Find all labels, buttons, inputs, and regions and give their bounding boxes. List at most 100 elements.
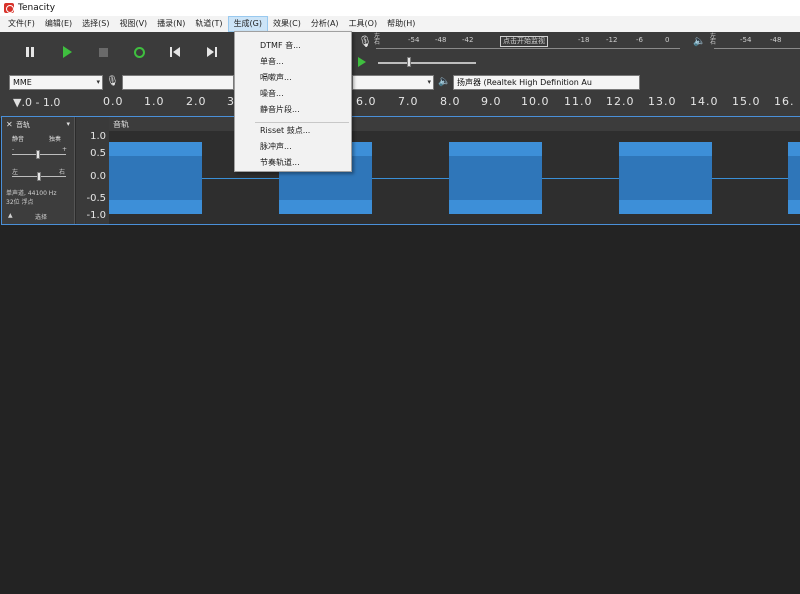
ruler-tick: 13.0	[648, 95, 677, 108]
playback-meter-lr: 左 右	[710, 34, 716, 46]
menu-edit[interactable]: 编辑(E)	[40, 16, 77, 32]
record-meter-mic-icon[interactable]: 🎙	[358, 35, 372, 48]
stop-button[interactable]	[94, 43, 112, 61]
stop-icon	[98, 47, 108, 57]
waveform-segment	[788, 142, 800, 214]
timeline-ruler[interactable]: ▼.0 - 1.0 0.0 1.0 2.0 3. 6.0 7.0 8.0 9.0…	[0, 94, 800, 114]
waveform-segment	[449, 142, 542, 214]
menu-analyze[interactable]: 分析(A)	[306, 16, 344, 32]
menu-item-pluck[interactable]: 脉冲声...	[235, 139, 351, 155]
pause-button[interactable]	[21, 43, 39, 61]
tenacity-logo-icon	[4, 3, 14, 13]
ruler-tick: 12.0	[606, 95, 635, 108]
play-at-speed-icon[interactable]	[358, 57, 366, 67]
play-speed-slider-track[interactable]	[378, 62, 476, 64]
record-meter-line	[376, 48, 680, 49]
record-meter-lr: 左 右	[374, 34, 380, 46]
meter-tick: -18	[578, 36, 590, 44]
audio-host-select[interactable]: MME ▾	[9, 75, 103, 90]
close-track-icon[interactable]: ✕	[6, 120, 13, 129]
menu-tools[interactable]: 工具(O)	[344, 16, 383, 32]
meter-tick: -48	[435, 36, 447, 44]
pause-icon	[26, 47, 34, 57]
ruler-tick: 11.0	[564, 95, 593, 108]
ruler-tick: 15.0	[732, 95, 761, 108]
playback-meter-line	[714, 48, 800, 49]
pan-slider-thumb[interactable]	[37, 172, 41, 181]
track-name[interactable]: 音轨	[16, 120, 30, 130]
skip-to-end-icon	[206, 47, 217, 57]
solo-button[interactable]: 独奏	[49, 134, 61, 143]
audio-track[interactable]: ✕ 音轨 ▾ 静音 独奏 - + 左 右 单声道, 44100 Hz 32位 浮…	[1, 116, 800, 225]
menu-tracks[interactable]: 轨道(T)	[190, 16, 227, 32]
recording-channels-select[interactable]: ▾	[352, 75, 434, 90]
amplitude-label: 0.0	[90, 171, 106, 182]
monitor-toggle[interactable]: 点击开始监视	[500, 36, 548, 47]
loop-icon	[133, 46, 145, 58]
collapse-track-icon[interactable]: ▲	[8, 212, 13, 219]
meter-tick: -54	[740, 36, 752, 44]
meter-tick: -12	[606, 36, 618, 44]
meter-tick: -42	[462, 36, 474, 44]
ruler-tick: 6.0	[356, 95, 377, 108]
menu-item-chirp[interactable]: 嗝嗽声...	[235, 70, 351, 86]
menu-item-noise[interactable]: 噪音...	[235, 86, 351, 102]
ruler-tick: 14.0	[690, 95, 719, 108]
generate-menu-dropdown: DTMF 音... 单音... 嗝嗽声... 噪音... 静音片段... Ris…	[234, 31, 352, 172]
chevron-down-icon: ▾	[96, 78, 100, 86]
ruler-tick: 8.0	[440, 95, 461, 108]
waveform-area[interactable]: 音轨	[109, 117, 800, 224]
amplitude-label: -0.5	[86, 193, 106, 204]
chevron-down-icon: ▾	[427, 78, 431, 86]
meter-right-label: 右	[710, 39, 717, 46]
audio-host-value: MME	[13, 78, 32, 87]
pan-right-label: 右	[59, 169, 66, 176]
menu-view[interactable]: 视图(V)	[114, 16, 152, 32]
tenacity-window: Tenacity 文件(F) 编辑(E) 选择(S) 视图(V) 播录(N) 轨…	[0, 0, 800, 594]
ruler-tick: 7.0	[398, 95, 419, 108]
play-speed-slider-thumb[interactable]	[407, 57, 411, 67]
menu-effect[interactable]: 效果(C)	[268, 16, 306, 32]
menu-item-dtmf[interactable]: DTMF 音...	[235, 38, 351, 54]
ruler-tick: 2.0	[186, 95, 207, 108]
playback-meter-speaker-icon[interactable]: 🔈	[693, 36, 705, 47]
mute-button[interactable]: 静音	[12, 134, 24, 143]
play-icon	[62, 46, 72, 58]
menu-item-tone[interactable]: 单音...	[235, 54, 351, 70]
ruler-tick: 0.0	[103, 95, 124, 108]
playback-meter-scale[interactable]: -54 -48	[720, 36, 800, 46]
gain-minus-label: -	[12, 146, 15, 153]
menu-select[interactable]: 选择(S)	[77, 16, 114, 32]
gain-slider-thumb[interactable]	[36, 150, 40, 159]
title-bar: Tenacity	[0, 0, 800, 16]
menu-generate[interactable]: 生成(G)	[227, 16, 269, 32]
track-control-panel: ✕ 音轨 ▾ 静音 独奏 - + 左 右 单声道, 44100 Hz 32位 浮…	[2, 117, 75, 224]
meter-tick: -48	[770, 36, 782, 44]
pan-left-label: 左	[12, 169, 19, 176]
playback-device-select[interactable]: 扬声器 (Realtek High Definition Au	[453, 75, 640, 90]
ruler-tick: 1.0	[144, 95, 165, 108]
ruler-tick: 9.0	[481, 95, 502, 108]
clip-title-bar[interactable]: 音轨	[109, 117, 800, 131]
skip-to-end-button[interactable]	[202, 43, 220, 61]
playback-device-speaker-icon: 🔈	[438, 76, 451, 87]
play-button[interactable]	[58, 43, 76, 61]
menu-item-risset-drum[interactable]: Risset 鼓点...	[235, 123, 351, 139]
vertical-amplitude-scale[interactable]: 1.0 0.5 0.0 -0.5 -1.0	[76, 117, 109, 224]
menu-file[interactable]: 文件(F)	[3, 16, 40, 32]
recording-device-select[interactable]	[122, 75, 234, 90]
menu-item-silence[interactable]: 静音片段...	[235, 102, 351, 118]
loop-button[interactable]	[130, 43, 148, 61]
amplitude-label: -1.0	[86, 210, 106, 221]
select-track-button[interactable]: 选择	[35, 212, 47, 221]
track-menu-chevron-icon[interactable]: ▾	[66, 120, 70, 128]
menu-transport[interactable]: 播录(N)	[152, 16, 190, 32]
track-format-info: 32位 浮点	[6, 199, 34, 206]
skip-to-start-button[interactable]	[166, 43, 184, 61]
skip-to-start-icon	[169, 47, 181, 57]
clip-name: 音轨	[113, 120, 129, 129]
menu-item-rhythm-track[interactable]: 节奏轨道...	[235, 155, 351, 171]
menu-help[interactable]: 帮助(H)	[382, 16, 420, 32]
meter-tick: -6	[636, 36, 643, 44]
window-title: Tenacity	[18, 3, 56, 13]
